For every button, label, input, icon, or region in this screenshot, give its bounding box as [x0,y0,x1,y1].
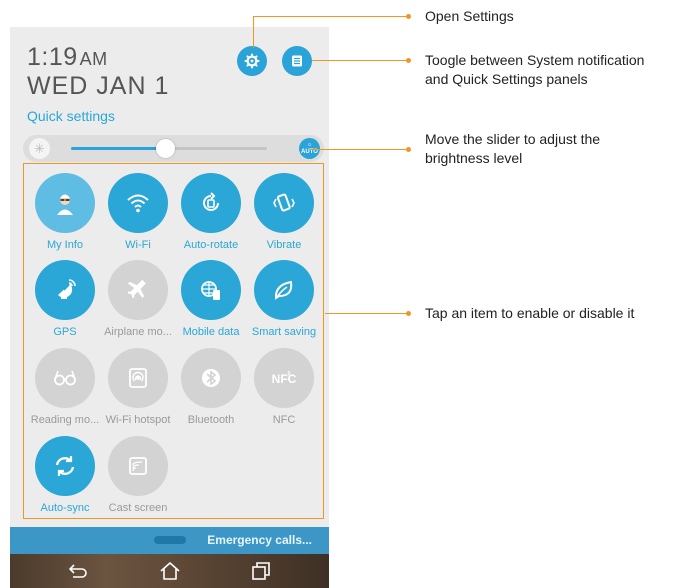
callout-brightness-slider: Move the slider to adjust the brightness… [425,131,601,166]
recent-apps-icon [252,562,270,580]
brightness-fill [71,147,166,150]
navigation-bar [10,554,329,588]
quick-settings-title: Quick settings [27,108,115,124]
brightness-slider[interactable]: ✳ ☼ AUTO [23,135,324,162]
open-settings-button[interactable] [237,46,267,76]
clock-time: 1:19 AM [27,43,108,71]
emergency-calls-link[interactable]: Emergency calls... [207,533,312,547]
gear-icon [244,53,260,69]
callout-toggle-dot [406,58,411,63]
brightness-icon: ✳ [29,138,50,159]
notification-list-icon [292,55,302,67]
callout-slider-line [310,149,408,150]
callout-open-settings: Open Settings [425,8,514,24]
home-icon [160,562,180,580]
clock-date: WED JAN 1 [27,72,170,100]
back-button[interactable] [66,560,90,582]
recent-apps-button[interactable] [248,560,272,582]
callout-toggle-panels: Toogle between System notification and Q… [425,52,645,87]
callout-slider-dot [406,147,411,152]
callout-settings-dot [406,14,411,19]
callout-tiles-dot [406,311,411,316]
back-icon [69,564,87,578]
tiles-highlight-frame [23,163,324,519]
panel-bottom-bar: Emergency calls... [10,527,329,554]
callout-tiles-line [325,313,408,314]
toggle-panels-button[interactable] [282,46,312,76]
callout-settings-vline [253,16,254,48]
callout-settings-hline [253,16,408,17]
callout-tap-item: Tap an item to enable or disable it [425,305,635,321]
brightness-thumb[interactable] [156,139,176,158]
callout-toggle-line [312,60,408,61]
home-button[interactable] [158,560,182,582]
drag-handle[interactable] [154,536,186,544]
brightness-track[interactable] [71,139,267,158]
